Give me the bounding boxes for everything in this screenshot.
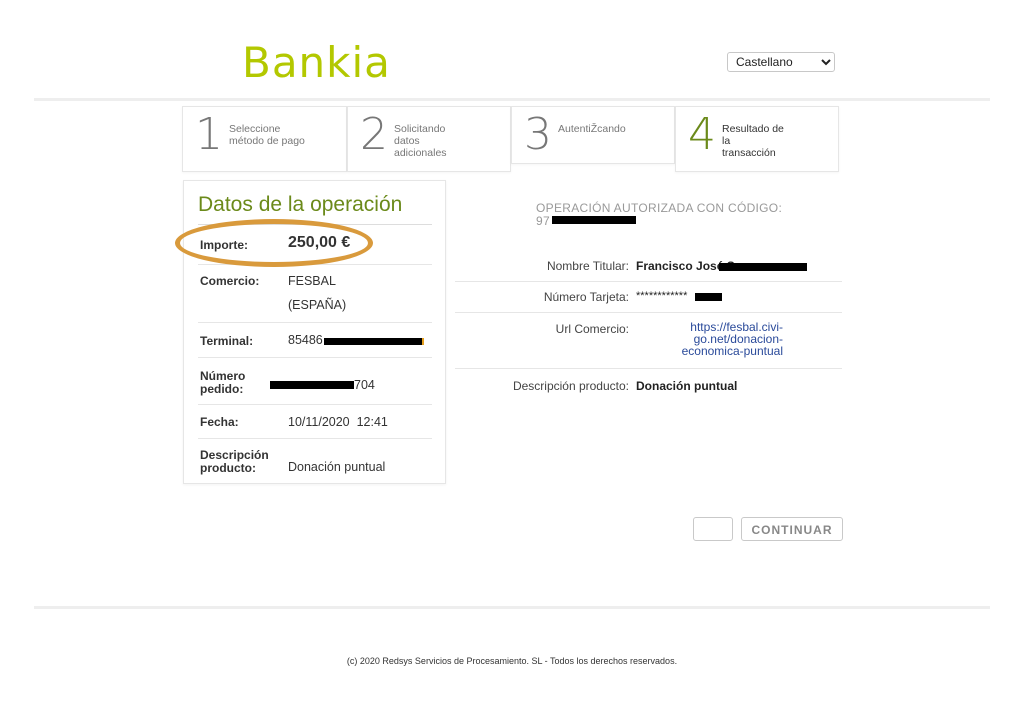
step-label: Resultado de la transacción	[722, 123, 784, 159]
auth-code-redaction	[552, 216, 636, 224]
url-label: Url Comercio:	[555, 322, 629, 336]
amount-highlight-annotation	[175, 219, 373, 267]
bankia-logo: Bankia	[242, 38, 391, 87]
order-redaction	[270, 381, 354, 389]
step-label: Seleccione método de pago	[229, 123, 305, 147]
header-divider	[34, 98, 990, 101]
merchant-value-1: FESBAL	[288, 274, 336, 288]
holder-redaction	[719, 263, 807, 271]
step-label: Solicitando datos adicionales	[394, 123, 447, 159]
order-row: Número pedido: 704	[198, 358, 432, 405]
terminal-label: Terminal:	[200, 334, 254, 348]
card-redaction	[695, 293, 722, 301]
merchant-url-link[interactable]: https://fesbal.civi- go.net/donacion- ec…	[651, 321, 783, 357]
product-label: Descripción producto:	[512, 379, 629, 393]
terminal-value: 85486	[288, 333, 323, 347]
product-value: Donación puntual	[636, 379, 738, 393]
order-value: 704	[354, 378, 375, 392]
card-value: ************	[636, 290, 688, 302]
step-3-authenticating: 3 AutentiŽcando	[511, 106, 675, 164]
step-1-select-payment: 1 Seleccione método de pago	[182, 106, 347, 172]
date-label: Fecha:	[200, 415, 239, 429]
step-2-additional-data: 2 Solicitando datos adicionales	[347, 106, 511, 172]
merchant-label: Comercio:	[200, 274, 260, 288]
operation-title: Datos de la operación	[198, 193, 403, 216]
holder-label: Nombre Titular:	[546, 259, 629, 273]
step-4-transaction-result: 4 Resultado de la transacción	[675, 106, 839, 172]
description-value: Donación puntual	[288, 460, 386, 474]
product-row: Descripción producto: Donación puntual	[455, 369, 842, 401]
step-number: 1	[195, 109, 223, 160]
card-row: Número Tarjeta: ************	[455, 282, 842, 313]
url-row: Url Comercio: https://fesbal.civi- go.ne…	[455, 313, 842, 369]
step-number: 3	[524, 109, 552, 160]
description-label: Descripción producto:	[200, 448, 269, 475]
holder-row: Nombre Titular: Francisco José S	[455, 250, 842, 282]
footer-divider	[34, 606, 990, 609]
blank-button[interactable]	[693, 517, 733, 541]
merchant-value-2: (ESPAÑA)	[288, 298, 347, 312]
step-label: AutentiŽcando	[558, 123, 626, 135]
terminal-redaction	[324, 338, 424, 345]
terminal-row: Terminal: 85486	[198, 323, 432, 358]
order-label: Número pedido:	[200, 369, 246, 396]
language-select[interactable]: Castellano	[727, 52, 835, 72]
description-row: Descripción producto: Donación puntual	[198, 439, 432, 483]
date-row: Fecha: 10/11/2020 12:41	[198, 405, 432, 439]
authorization-title: OPERACIÓN AUTORIZADA CON CÓDIGO: 97	[536, 201, 783, 228]
copyright-footer: (c) 2020 Redsys Servicios de Procesamien…	[346, 656, 678, 666]
step-number: 2	[360, 109, 388, 160]
merchant-row: Comercio: FESBAL (ESPAÑA)	[198, 265, 432, 323]
continue-button[interactable]: CONTINUAR	[741, 517, 843, 541]
card-label: Número Tarjeta:	[543, 290, 629, 304]
date-value: 10/11/2020 12:41	[288, 415, 388, 429]
step-number: 4	[688, 109, 716, 160]
